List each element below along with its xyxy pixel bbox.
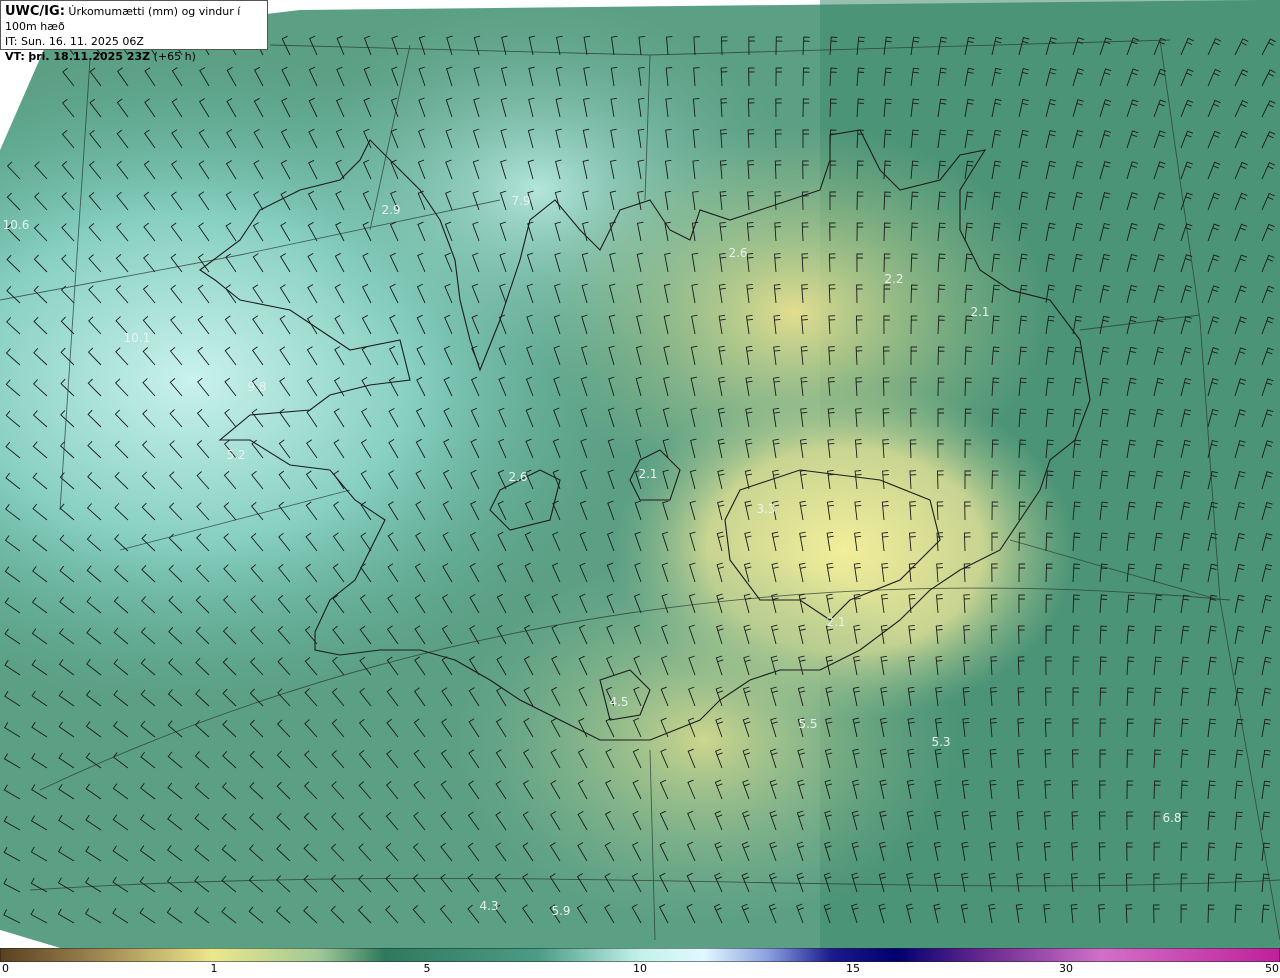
map-value-label: 2.1 [970, 305, 990, 319]
colorbar-tick: 1 [210, 962, 218, 975]
map-area[interactable]: UWC/IG: Úrkomumætti (mm) og vindur í 100… [0, 0, 1280, 948]
model-name: UWC/IG: [5, 4, 65, 19]
colorbar-tick: 15 [846, 962, 860, 975]
map-value-label: 10.6 [2, 218, 30, 232]
map-value-label: 2.6 [728, 246, 748, 260]
map-value-label: 5.2 [226, 448, 246, 462]
init-time: IT: Sun. 16. 11. 2025 06Z [5, 35, 144, 48]
valid-time-date: þri. 18.11.2025 23Z [28, 50, 151, 63]
map-value-label: 9.8 [247, 380, 267, 394]
colorbar-tick: 30 [1059, 962, 1073, 975]
colorbar-tick: 50 [1265, 962, 1279, 975]
valid-time-label: VT: [5, 50, 25, 63]
map-value-label: 3.3 [756, 502, 776, 516]
map-value-label: 6.8 [1162, 811, 1182, 825]
colorbar-tick: 5 [423, 962, 431, 975]
map-value-label: 2.9 [381, 203, 401, 217]
map-value-label: 7.9 [511, 194, 531, 208]
colorbar-tick: 0 [2, 962, 9, 975]
map-value-label: 5.3 [931, 735, 951, 749]
map-value-label: 5.9 [551, 904, 571, 918]
map-value-label: 2.1 [826, 615, 846, 629]
map-value-label: 4.3 [479, 899, 499, 913]
valid-time-offset: (+65 h) [153, 50, 196, 63]
map-value-label: 2.6 [508, 470, 528, 484]
map-value-label: 2.2 [884, 272, 904, 286]
colorbar-ticks: 0 1 5 10 15 30 50 [0, 962, 1280, 978]
map-value-label: 5.5 [798, 717, 818, 731]
map-value-label: 2.1 [638, 467, 658, 481]
map-info-box: UWC/IG: Úrkomumætti (mm) og vindur í 100… [0, 0, 268, 63]
colorbar-tick: 10 [633, 962, 647, 975]
map-value-label: 10.1 [123, 331, 151, 345]
map-value-label: 4.5 [609, 695, 629, 709]
precipitation-colorbar [0, 948, 1280, 962]
